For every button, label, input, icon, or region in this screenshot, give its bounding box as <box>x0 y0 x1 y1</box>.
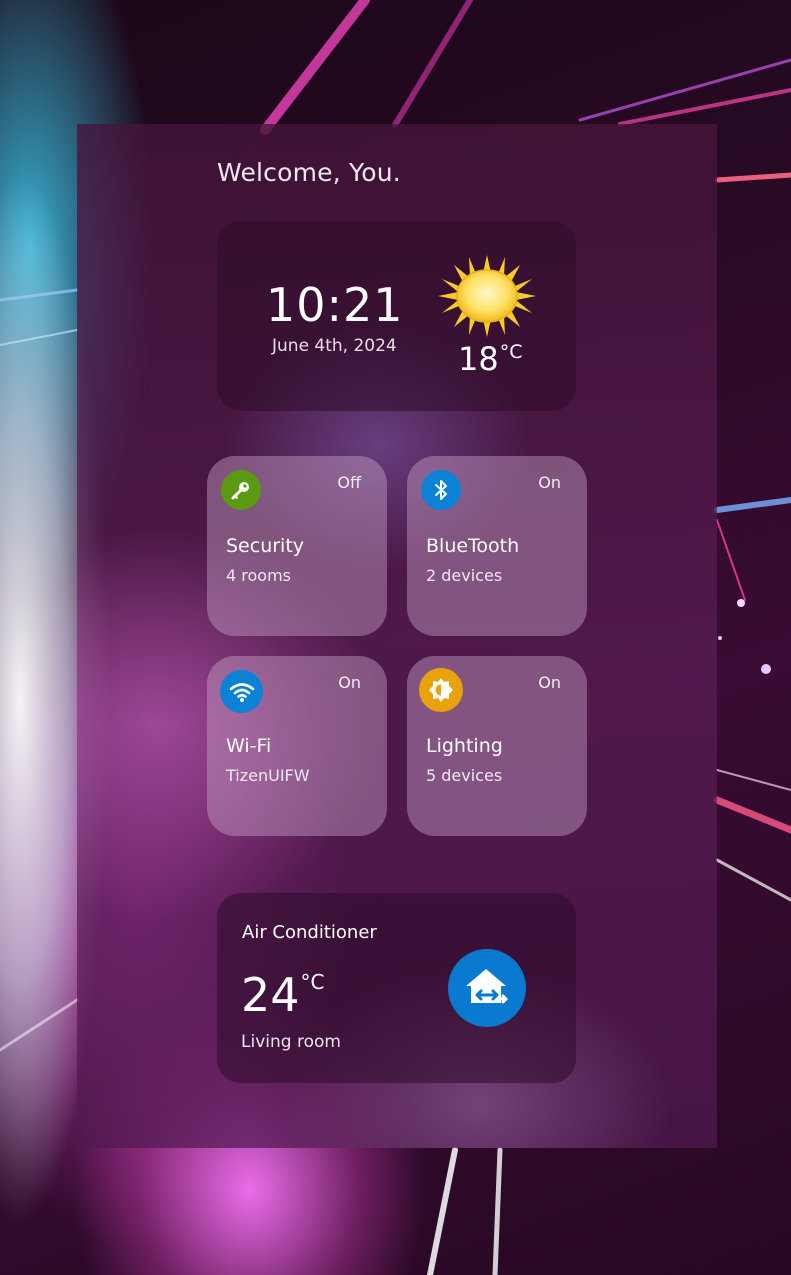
air-conditioner-button[interactable] <box>448 949 526 1027</box>
key-icon <box>231 482 249 500</box>
security-tile[interactable]: Off Security 4 rooms <box>207 456 387 636</box>
wifi-tile[interactable]: On Wi-Fi TizenUIFW <box>207 656 387 836</box>
air-conditioner-temperature-unit: °C <box>300 970 325 994</box>
wifi-title: Wi-Fi <box>226 735 272 757</box>
bluetooth-subtitle: 2 devices <box>426 566 503 585</box>
air-conditioner-temperature-value: 24 <box>241 968 300 1022</box>
wifi-status: On <box>338 673 361 692</box>
air-conditioner-title: Air Conditioner <box>242 922 377 943</box>
outdoor-temperature: 18°C <box>458 340 523 378</box>
wifi-subtitle: TizenUIFW <box>226 766 310 785</box>
sun-icon <box>438 255 536 337</box>
lighting-title: Lighting <box>426 735 503 757</box>
home-swap-icon <box>466 969 508 1004</box>
security-title: Security <box>226 535 305 557</box>
brightness-icon <box>429 678 453 702</box>
bluetooth-icon <box>435 480 447 500</box>
security-subtitle: 4 rooms <box>226 566 291 585</box>
outdoor-temperature-value: 18 <box>458 340 499 378</box>
clock-time: 10:21 <box>266 278 404 332</box>
bluetooth-tile[interactable]: On BlueTooth 2 devices <box>407 456 587 636</box>
lighting-subtitle: 5 devices <box>426 766 503 785</box>
air-conditioner-room: Living room <box>241 1032 341 1052</box>
wifi-icon-badge <box>220 670 263 713</box>
security-icon-badge <box>221 470 261 510</box>
lighting-status: On <box>538 673 561 692</box>
wifi-icon <box>229 682 254 702</box>
welcome-heading: Welcome, You. <box>217 158 401 187</box>
security-status: Off <box>337 473 361 492</box>
outdoor-temperature-unit: °C <box>499 341 523 363</box>
bluetooth-title: BlueTooth <box>426 535 520 557</box>
air-conditioner-temperature: 24°C <box>241 968 325 1022</box>
clock-date: June 4th, 2024 <box>272 336 397 356</box>
lighting-tile[interactable]: On Lighting 5 devices <box>407 656 587 836</box>
lighting-icon-badge <box>419 668 463 712</box>
bluetooth-status: On <box>538 473 561 492</box>
bluetooth-icon-badge <box>421 470 461 510</box>
